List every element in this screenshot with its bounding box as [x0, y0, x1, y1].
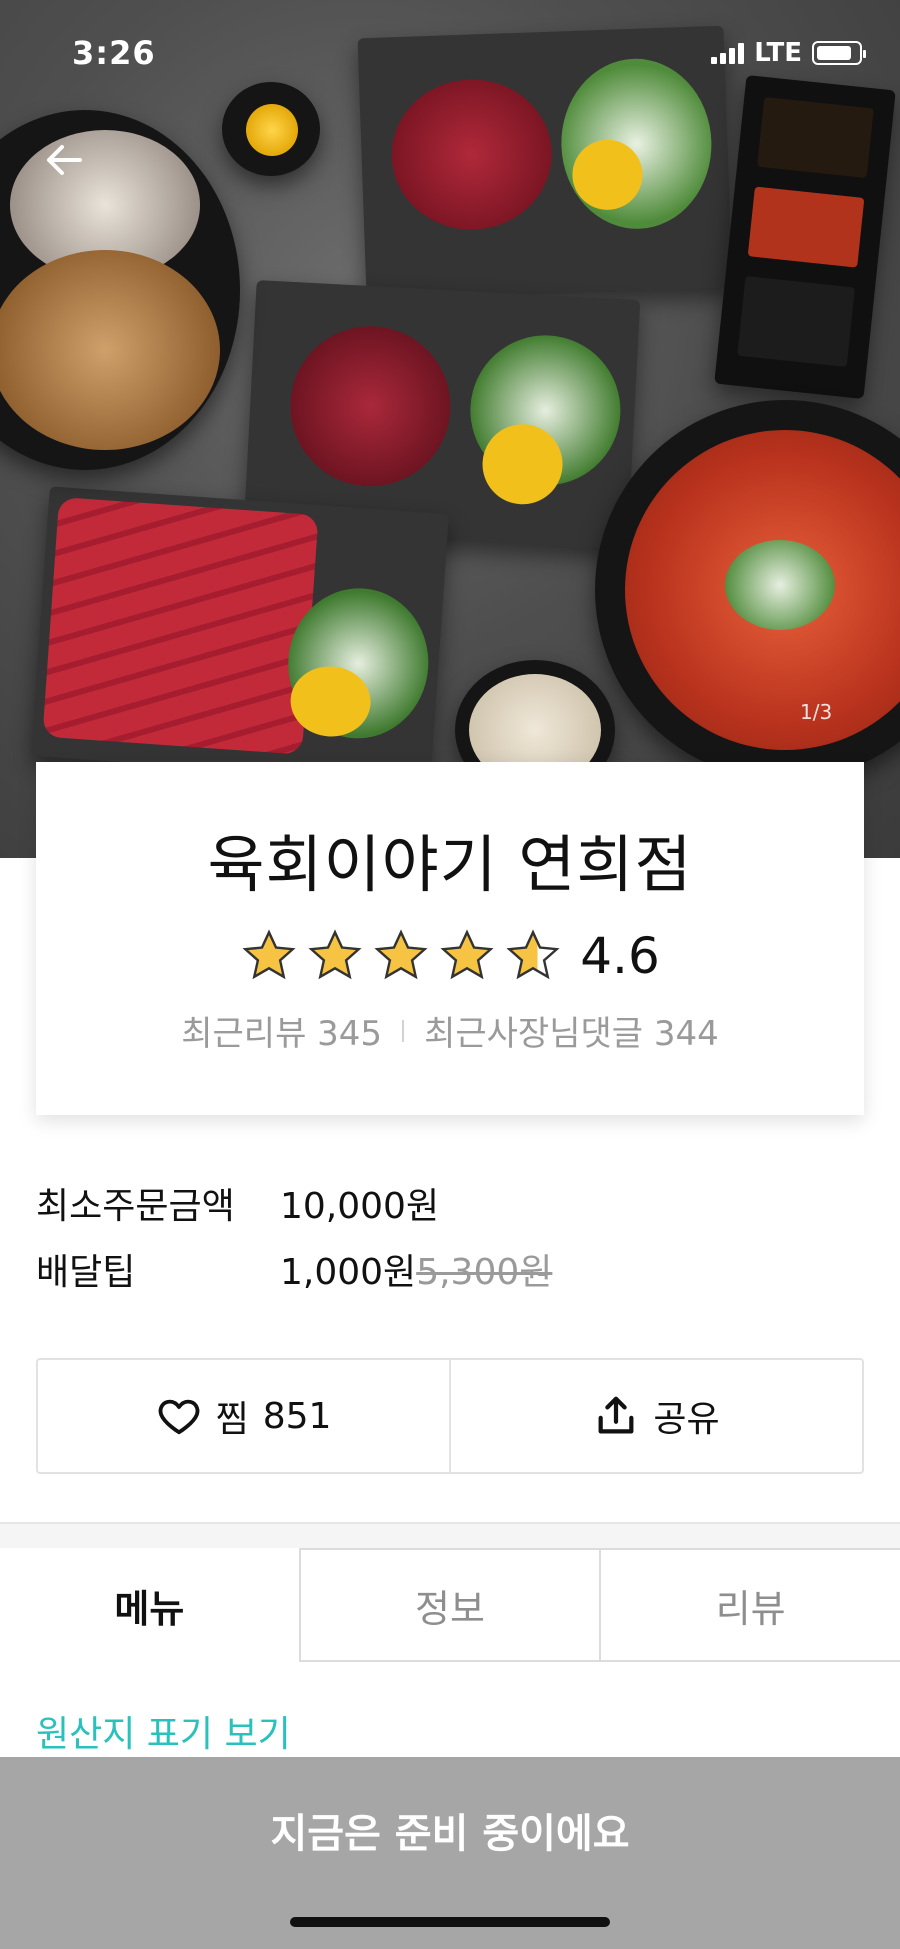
cold-noodle-bowl [595, 400, 900, 780]
min-order-row: 최소주문금액 10,000원 [36, 1170, 864, 1236]
tab-bar: 메뉴 정보 리뷰 [0, 1548, 900, 1662]
yolk-dish [222, 82, 320, 176]
hero-food-image[interactable]: 3:26 LTE 1/3 [0, 0, 900, 858]
share-icon [598, 1396, 634, 1434]
sauce-tray [714, 75, 896, 399]
battery-icon [812, 41, 866, 65]
delivery-tip-original: 5,300원 [416, 1252, 553, 1293]
star-icon [308, 929, 362, 980]
order-info: 최소주문금액 10,000원 배달팁 1,000원 5,300원 [36, 1170, 864, 1302]
action-buttons: 찜 851 공유 [36, 1358, 864, 1474]
recent-reviews[interactable]: 최근리뷰 345 [181, 1006, 382, 1055]
store-name: 육회이야기 연희점 [207, 828, 693, 901]
half-star-icon [506, 929, 560, 980]
status-time: 3:26 [72, 34, 156, 72]
star-icon [374, 929, 428, 980]
rating-row: 4.6 [36, 924, 864, 988]
recent-reviews-count: 345 [317, 1014, 383, 1054]
share-label: 공유 [653, 1399, 720, 1440]
home-indicator[interactable] [290, 1917, 610, 1927]
tab-menu[interactable]: 메뉴 [0, 1548, 299, 1662]
like-count: 851 [262, 1395, 332, 1437]
food-slate-top [357, 25, 733, 301]
delivery-tip-label: 배달팁 [36, 1252, 136, 1293]
review-stats: 최근리뷰 345 최근사장님댓글 344 [36, 1006, 864, 1055]
star-icon [242, 929, 296, 980]
tab-reviews[interactable]: 리뷰 [599, 1548, 900, 1662]
rating-value: 4.6 [580, 927, 660, 985]
order-status-bar: 지금은 준비 중이에요 [0, 1757, 900, 1949]
divider [402, 1019, 405, 1042]
min-order-value: 10,000원 [280, 1186, 440, 1227]
food-slate-bottom [31, 486, 449, 784]
heart-icon [158, 1399, 199, 1435]
share-button[interactable]: 공유 [449, 1360, 862, 1472]
delivery-tip-value: 1,000원 [280, 1252, 417, 1293]
image-counter: 1/3 [800, 700, 833, 724]
recent-reviews-label: 최근리뷰 [181, 1014, 307, 1054]
origin-info-link[interactable]: 원산지 표기 보기 [36, 1705, 291, 1757]
delivery-tip-row: 배달팁 1,000원 5,300원 [36, 1236, 864, 1302]
like-button[interactable]: 찜 851 [38, 1360, 449, 1472]
section-divider [0, 1522, 900, 1548]
signal-icon [711, 42, 745, 64]
preparing-label: 지금은 준비 중이에요 [270, 1811, 630, 1857]
owner-replies-count: 344 [653, 1014, 719, 1054]
store-summary-card: 육회이야기 연희점 4.6 최근리뷰 345 최근사장님댓글 344 [36, 762, 864, 1115]
star-icon [440, 929, 494, 980]
back-arrow-icon[interactable] [40, 135, 90, 185]
owner-replies-label: 최근사장님댓글 [424, 1014, 644, 1054]
owner-replies[interactable]: 최근사장님댓글 344 [424, 1006, 719, 1055]
like-label: 찜 [215, 1399, 249, 1440]
status-indicators: LTE [711, 38, 866, 68]
tab-info[interactable]: 정보 [298, 1548, 600, 1662]
network-type: LTE [754, 38, 802, 68]
min-order-label: 최소주문금액 [36, 1186, 235, 1227]
fried-chicken-bowl [0, 110, 240, 470]
